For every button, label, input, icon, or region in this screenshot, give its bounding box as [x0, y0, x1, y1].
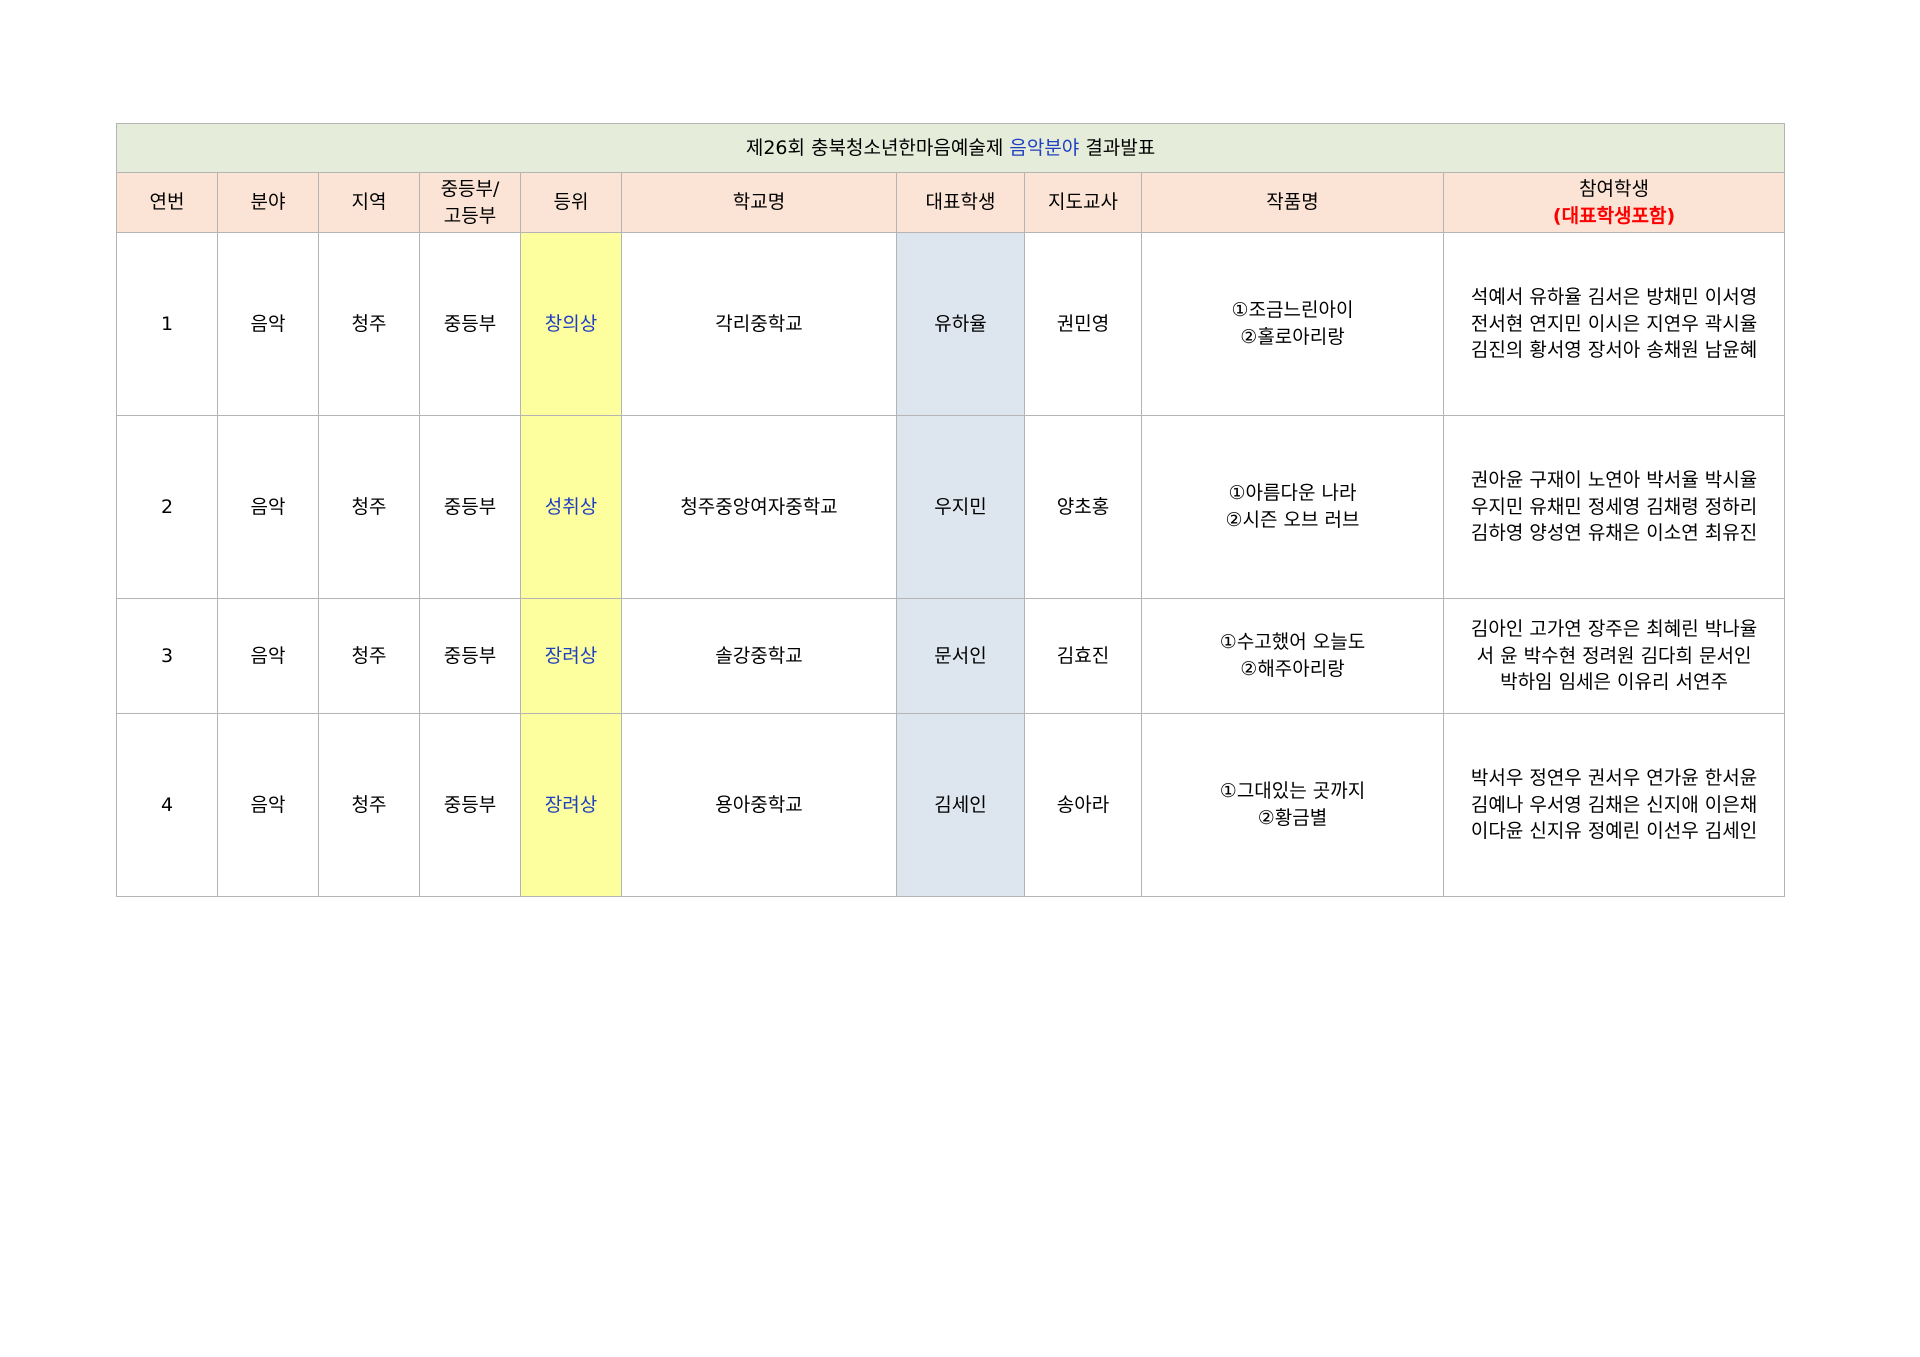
- cell-award: 성취상: [520, 415, 622, 599]
- participants-line: 권아윤 구재이 노연아 박서율 박시율: [1470, 469, 1758, 492]
- participants-line: 이다윤 신지유 정예린 이선우 김세인: [1470, 820, 1758, 843]
- header-works: 작품명: [1141, 172, 1444, 233]
- cell-division: 중등부: [419, 232, 521, 416]
- header-award: 등위: [520, 172, 622, 233]
- participants-line: 김아인 고가연 장주은 최혜린 박나율: [1470, 618, 1758, 641]
- work-title: ①그대있는 곳까지: [1219, 780, 1366, 803]
- cell-no: 3: [116, 598, 218, 714]
- cell-division: 중등부: [419, 415, 521, 599]
- cell-no: 2: [116, 415, 218, 599]
- table-row: 2 음악 청주 중등부 성취상 청주중앙여자중학교 우지민 양초홍 ①아름다운 …: [116, 415, 1786, 599]
- cell-teacher: 권민영: [1024, 232, 1142, 416]
- participants-line: 박하임 임세은 이유리 서연주: [1500, 671, 1728, 694]
- cell-representative: 문서인: [896, 598, 1025, 714]
- header-row: 연번 분야 지역 중등부/ 고등부 등위 학교명 대표학생 지도교사 작품명 참…: [116, 172, 1786, 233]
- cell-participants: 박서우 정연우 권서우 연가윤 한서윤 김예나 우서영 김채은 신지애 이은채 …: [1442, 713, 1786, 897]
- cell-representative: 우지민: [896, 415, 1025, 599]
- work-title: ②홀로아리랑: [1240, 326, 1345, 348]
- cell-award: 창의상: [520, 232, 622, 416]
- cell-award: 장려상: [520, 713, 622, 897]
- participants-line: 전서현 연지민 이시은 지연우 곽시율: [1470, 312, 1758, 335]
- participants-line: 서 윤 박수현 정려원 김다희 문서인: [1476, 644, 1752, 667]
- title-suffix: 결과발표: [1085, 136, 1156, 159]
- cell-division: 중등부: [419, 713, 521, 897]
- cell-participants: 김아인 고가연 장주은 최혜린 박나율 서 윤 박수현 정려원 김다희 문서인 …: [1442, 598, 1786, 714]
- participants-line: 우지민 유채민 정세영 김채령 정하리: [1470, 495, 1758, 518]
- header-participants: 참여학생 (대표학생포함): [1442, 172, 1786, 233]
- header-division-line1: 중등부/: [440, 177, 500, 200]
- header-participants-note: (대표학생포함): [1552, 204, 1676, 227]
- cell-works: ①그대있는 곳까지 ②황금별: [1141, 713, 1444, 897]
- cell-teacher: 송아라: [1024, 713, 1142, 897]
- page-title: 제26회 충북청소년한마음예술제 음악분야 결과발표: [115, 123, 1786, 173]
- table-row: 4 음악 청주 중등부 장려상 용아중학교 김세인 송아라 ①그대있는 곳까지 …: [116, 713, 1786, 897]
- work-title: ①수고했어 오늘도: [1219, 631, 1366, 654]
- title-accent: 음악분야: [1009, 136, 1080, 159]
- cell-representative: 김세인: [896, 713, 1025, 897]
- cell-teacher: 양초홍: [1024, 415, 1142, 599]
- title-prefix: 제26회 충북청소년한마음예술제: [745, 136, 1004, 159]
- cell-region: 청주: [318, 598, 420, 714]
- header-region: 지역: [318, 172, 420, 233]
- cell-school: 솔강중학교: [621, 598, 897, 714]
- table-row: 1 음악 청주 중등부 창의상 각리중학교 유하율 권민영 ①조금느린아이 ②홀…: [116, 232, 1786, 416]
- title-row: 제26회 충북청소년한마음예술제 음악분야 결과발표: [115, 123, 1786, 173]
- participants-line: 석예서 유하율 김서은 방채민 이서영: [1470, 286, 1758, 309]
- cell-teacher: 김효진: [1024, 598, 1142, 714]
- work-title: ①아름다운 나라: [1228, 482, 1357, 505]
- header-school: 학교명: [621, 172, 897, 233]
- work-title: ①조금느린아이: [1231, 299, 1354, 322]
- header-division-line2: 고등부: [443, 204, 497, 227]
- participants-line: 박서우 정연우 권서우 연가윤 한서윤: [1470, 767, 1758, 790]
- participants-line: 김진의 황서영 장서아 송채원 남윤혜: [1470, 339, 1758, 362]
- cell-region: 청주: [318, 415, 420, 599]
- header-division: 중등부/ 고등부: [419, 172, 521, 233]
- work-title: ②황금별: [1257, 807, 1328, 829]
- cell-region: 청주: [318, 232, 420, 416]
- cell-school: 청주중앙여자중학교: [621, 415, 897, 599]
- header-teacher: 지도교사: [1024, 172, 1142, 233]
- work-title: ②해주아리랑: [1240, 658, 1345, 680]
- cell-representative: 유하율: [896, 232, 1025, 416]
- header-no: 연번: [116, 172, 218, 233]
- participants-line: 김예나 우서영 김채은 신지애 이은채: [1470, 793, 1758, 816]
- cell-field: 음악: [217, 598, 319, 714]
- participants-line: 김하영 양성연 유채은 이소연 최유진: [1470, 522, 1758, 545]
- cell-no: 1: [116, 232, 218, 416]
- cell-region: 청주: [318, 713, 420, 897]
- header-field: 분야: [217, 172, 319, 233]
- cell-participants: 권아윤 구재이 노연아 박서율 박시율 우지민 유채민 정세영 김채령 정하리 …: [1442, 415, 1786, 599]
- cell-field: 음악: [217, 713, 319, 897]
- cell-field: 음악: [217, 232, 319, 416]
- header-participants-label: 참여학생: [1579, 177, 1649, 200]
- cell-works: ①아름다운 나라 ②시즌 오브 러브: [1141, 415, 1444, 599]
- cell-no: 4: [116, 713, 218, 897]
- cell-works: ①조금느린아이 ②홀로아리랑: [1141, 232, 1444, 416]
- header-representative: 대표학생: [896, 172, 1025, 233]
- cell-school: 각리중학교: [621, 232, 897, 416]
- cell-works: ①수고했어 오늘도 ②해주아리랑: [1141, 598, 1444, 714]
- results-table: 제26회 충북청소년한마음예술제 음악분야 결과발표 연번 분야 지역 중등부/…: [115, 123, 1786, 897]
- work-title: ②시즌 오브 러브: [1225, 509, 1360, 531]
- table-row: 3 음악 청주 중등부 장려상 솔강중학교 문서인 김효진 ①수고했어 오늘도 …: [116, 598, 1786, 714]
- cell-participants: 석예서 유하율 김서은 방채민 이서영 전서현 연지민 이시은 지연우 곽시율 …: [1442, 232, 1786, 416]
- cell-field: 음악: [217, 415, 319, 599]
- cell-division: 중등부: [419, 598, 521, 714]
- cell-award: 장려상: [520, 598, 622, 714]
- cell-school: 용아중학교: [621, 713, 897, 897]
